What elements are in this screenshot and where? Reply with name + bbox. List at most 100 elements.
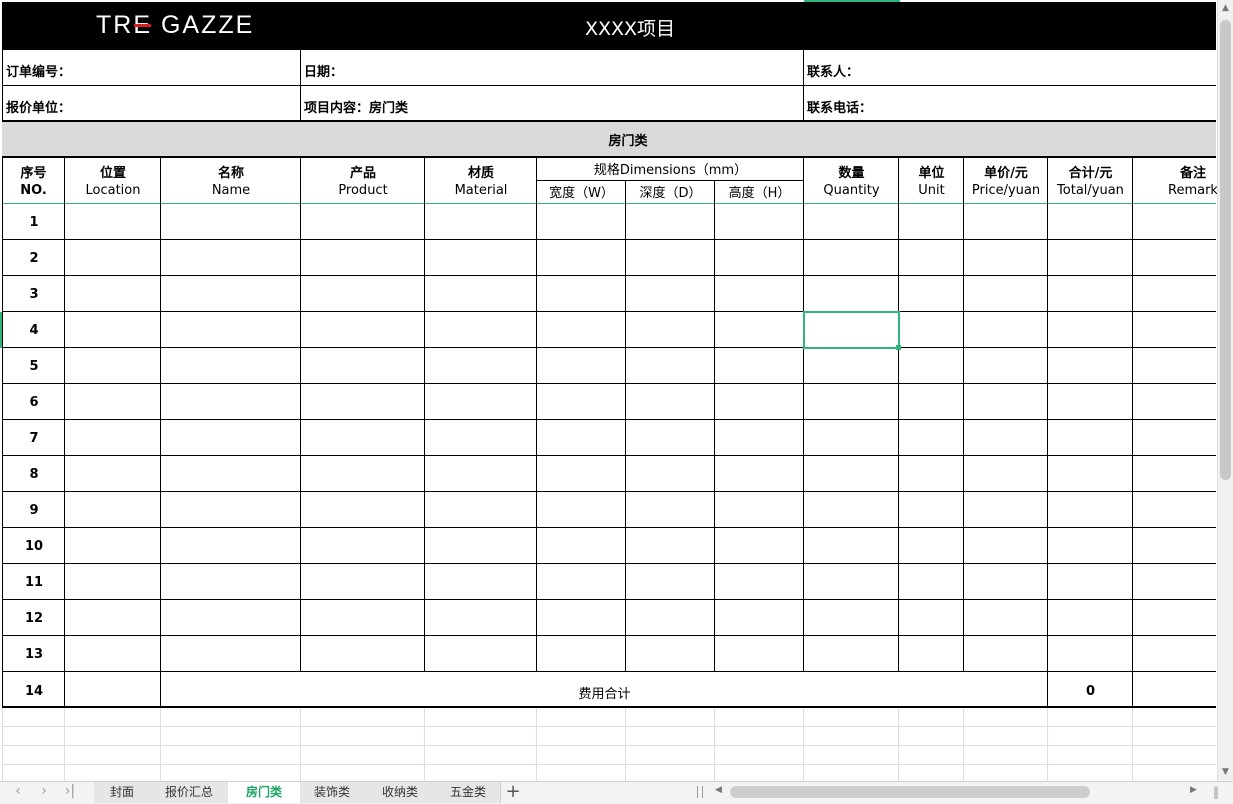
phone-label[interactable]: 联系电话： bbox=[807, 97, 872, 116]
table-row-line bbox=[2, 275, 1216, 276]
col-en: Material bbox=[454, 183, 508, 198]
row-number[interactable]: 5 bbox=[3, 359, 65, 374]
col-en: Location bbox=[85, 183, 141, 198]
col-header-dimensions[interactable]: 规格Dimensions（mm） bbox=[537, 162, 804, 179]
table-row-line bbox=[2, 311, 1216, 312]
col-header-location[interactable]: 位置 Location bbox=[65, 165, 161, 199]
sheet-tab[interactable]: 收纳类 bbox=[364, 782, 437, 803]
col-en: Name bbox=[211, 183, 251, 198]
dimensions-sub-divider bbox=[537, 180, 804, 181]
col-en: Product bbox=[338, 183, 388, 198]
empty-column-line bbox=[1047, 708, 1048, 781]
scroll-left-icon[interactable]: ◀ bbox=[715, 785, 722, 795]
add-sheet-icon[interactable]: + bbox=[503, 781, 523, 802]
vertical-scroll-thumb[interactable] bbox=[1220, 20, 1231, 480]
title-banner: TRE GAZZE XXXX项目 bbox=[2, 2, 1216, 50]
table-row-line bbox=[2, 635, 1216, 636]
selection-column-marker bbox=[804, 0, 900, 2]
info-divider-2 bbox=[803, 50, 804, 122]
row-number[interactable]: 13 bbox=[3, 647, 65, 662]
row-number[interactable]: 4 bbox=[3, 323, 65, 338]
col-en: NO. bbox=[20, 183, 47, 198]
col-header-height[interactable]: 高度（H） bbox=[715, 185, 804, 202]
scroll-up-icon[interactable]: ▲ bbox=[1220, 3, 1231, 13]
col-header-depth[interactable]: 深度（D） bbox=[626, 185, 715, 202]
col-cn: 合计/元 bbox=[1068, 166, 1113, 181]
row-number[interactable]: 12 bbox=[3, 611, 65, 626]
split-handle-right-icon[interactable]: ‖ bbox=[1206, 785, 1226, 799]
col-header-width[interactable]: 宽度（W） bbox=[537, 185, 626, 202]
active-row-indicator bbox=[0, 312, 2, 348]
scroll-right-icon[interactable]: ▶ bbox=[1190, 785, 1197, 795]
first-sheet-icon[interactable]: ‹ bbox=[8, 783, 28, 799]
summary-total-value[interactable]: 0 bbox=[1048, 684, 1133, 699]
row-number[interactable]: 3 bbox=[3, 287, 65, 302]
row-number[interactable]: 9 bbox=[3, 503, 65, 518]
row-number[interactable]: 6 bbox=[3, 395, 65, 410]
table-column-line bbox=[963, 157, 964, 671]
empty-row-line bbox=[2, 726, 1216, 727]
split-handle-icon[interactable] bbox=[697, 786, 703, 798]
col-header-name[interactable]: 名称 Name bbox=[161, 165, 301, 199]
date-label[interactable]: 日期： bbox=[304, 61, 343, 80]
last-sheet-icon[interactable]: ›| bbox=[60, 783, 80, 799]
sheet-tab[interactable]: 报价汇总 bbox=[150, 782, 229, 803]
col-header-price[interactable]: 单价/元 Price/yuan bbox=[964, 165, 1048, 199]
row-number[interactable]: 7 bbox=[3, 431, 65, 446]
row-number[interactable]: 1 bbox=[3, 215, 65, 230]
brand-logo: TRE GAZZE bbox=[96, 11, 255, 39]
col-header-seq[interactable]: 序号 NO. bbox=[2, 165, 65, 199]
summary-row-no[interactable]: 14 bbox=[3, 684, 65, 699]
col-cn: 材质 bbox=[467, 166, 494, 181]
col-cn: 单价/元 bbox=[984, 166, 1028, 181]
col-en: Total/yuan bbox=[1057, 183, 1124, 198]
table-column-line bbox=[2, 157, 3, 671]
col-cn: 名称 bbox=[217, 166, 244, 181]
table-bottom-border bbox=[2, 706, 1216, 708]
col-header-unit[interactable]: 单位 Unit bbox=[899, 165, 964, 199]
table-column-line bbox=[536, 157, 537, 671]
selected-cell[interactable] bbox=[803, 311, 900, 349]
info-divider-1 bbox=[300, 50, 301, 122]
col-header-total[interactable]: 合计/元 Total/yuan bbox=[1048, 165, 1133, 199]
table-row-line bbox=[2, 455, 1216, 456]
table-column-line bbox=[898, 157, 899, 671]
table-row-line bbox=[2, 383, 1216, 384]
header-bottom-border bbox=[2, 203, 1216, 204]
next-sheet-icon[interactable]: › bbox=[34, 783, 54, 799]
horizontal-scroll-thumb[interactable] bbox=[730, 786, 1090, 798]
col-header-material[interactable]: 材质 Material bbox=[425, 165, 537, 199]
empty-column-line bbox=[2, 708, 3, 781]
empty-column-line bbox=[803, 708, 804, 781]
table-column-line bbox=[803, 157, 804, 671]
table-row-line bbox=[2, 347, 1216, 348]
empty-column-line bbox=[714, 708, 715, 781]
contact-label[interactable]: 联系人： bbox=[807, 61, 859, 80]
row-number[interactable]: 10 bbox=[3, 539, 65, 554]
col-header-quantity[interactable]: 数量 Quantity bbox=[804, 165, 899, 199]
sheet-title: XXXX项目 bbox=[584, 18, 676, 40]
sheet-tab[interactable]: 房门类 bbox=[228, 782, 301, 803]
empty-column-line bbox=[1132, 708, 1133, 781]
quote-unit-label[interactable]: 报价单位： bbox=[6, 97, 71, 116]
empty-column-line bbox=[160, 708, 161, 781]
col-header-product[interactable]: 产品 Product bbox=[301, 165, 425, 199]
sheet-tab[interactable]: 五金类 bbox=[436, 782, 501, 803]
table-row-line bbox=[2, 239, 1216, 240]
row-number[interactable]: 11 bbox=[3, 575, 65, 590]
row-number[interactable]: 2 bbox=[3, 251, 65, 266]
empty-column-line bbox=[424, 708, 425, 781]
order-no-label[interactable]: 订单编号： bbox=[6, 61, 71, 80]
summary-label[interactable]: 费用合计 bbox=[161, 683, 1048, 702]
project-content-label[interactable]: 项目内容：房门类 bbox=[304, 97, 408, 116]
scroll-down-icon[interactable]: ▼ bbox=[1220, 767, 1231, 777]
sheet-tab[interactable]: 封面 bbox=[94, 782, 151, 803]
section-title[interactable]: 房门类 bbox=[500, 133, 756, 150]
table-row-line bbox=[2, 527, 1216, 528]
sheet-tab[interactable]: 装饰类 bbox=[300, 782, 365, 803]
empty-column-line bbox=[963, 708, 964, 781]
row-number[interactable]: 8 bbox=[3, 467, 65, 482]
fill-handle[interactable] bbox=[896, 345, 901, 350]
table-row-line bbox=[2, 563, 1216, 564]
empty-column-line bbox=[625, 708, 626, 781]
